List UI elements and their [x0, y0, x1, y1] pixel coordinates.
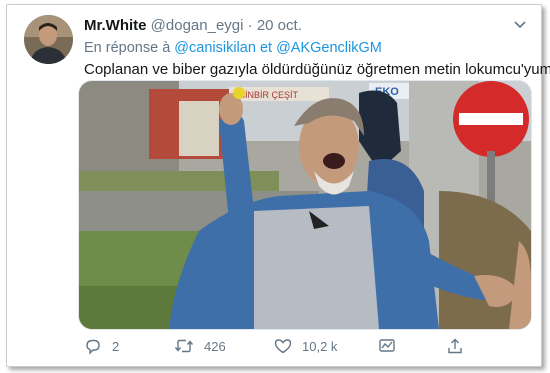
reply-count: 2: [112, 338, 120, 354]
tweet-header: Mr.White @dogan_eygi · 20 oct.: [84, 17, 302, 34]
reply-context: En réponse à @canisikilan et @AKGenclikG…: [84, 40, 382, 56]
reply-joiner: et: [259, 40, 273, 56]
display-name[interactable]: Mr.White: [84, 17, 147, 34]
tweet-media-image[interactable]: BİNBİR ÇEŞİT EKO: [78, 80, 532, 330]
share-button[interactable]: [446, 337, 464, 355]
share-icon: [448, 338, 462, 354]
activity-icon: [379, 339, 395, 352]
chevron-down-icon[interactable]: [513, 17, 527, 35]
reply-mention-1[interactable]: @canisikilan: [174, 40, 256, 56]
like-icon: [274, 339, 292, 354]
handle[interactable]: @dogan_eygi: [151, 17, 244, 34]
reply-mention-2[interactable]: @AKGenclikGM: [276, 40, 382, 56]
reply-prefix: En réponse à: [84, 40, 171, 56]
like-count: 10,2 k: [302, 338, 338, 354]
avatar[interactable]: [24, 15, 73, 64]
tweet-card[interactable]: Mr.White @dogan_eygi · 20 oct. En répons…: [6, 4, 550, 367]
tweet-date[interactable]: 20 oct.: [257, 17, 302, 34]
activity-button[interactable]: [378, 337, 396, 353]
tweet-text: Coplanan ve biber gazıyla öldürdüğünüz ö…: [84, 61, 550, 78]
reply-button[interactable]: 2: [84, 337, 119, 355]
reply-icon: [86, 339, 100, 355]
media-sign-text-1: BİNBİR ÇEŞİT: [239, 90, 299, 100]
like-button[interactable]: 10,2 k: [274, 337, 337, 355]
retweet-icon: [174, 339, 194, 353]
retweet-button[interactable]: 426: [174, 337, 226, 355]
retweet-count: 426: [204, 338, 226, 354]
separator: ·: [247, 17, 253, 34]
tweet-actions: 2 426 10,2 k: [78, 337, 530, 357]
